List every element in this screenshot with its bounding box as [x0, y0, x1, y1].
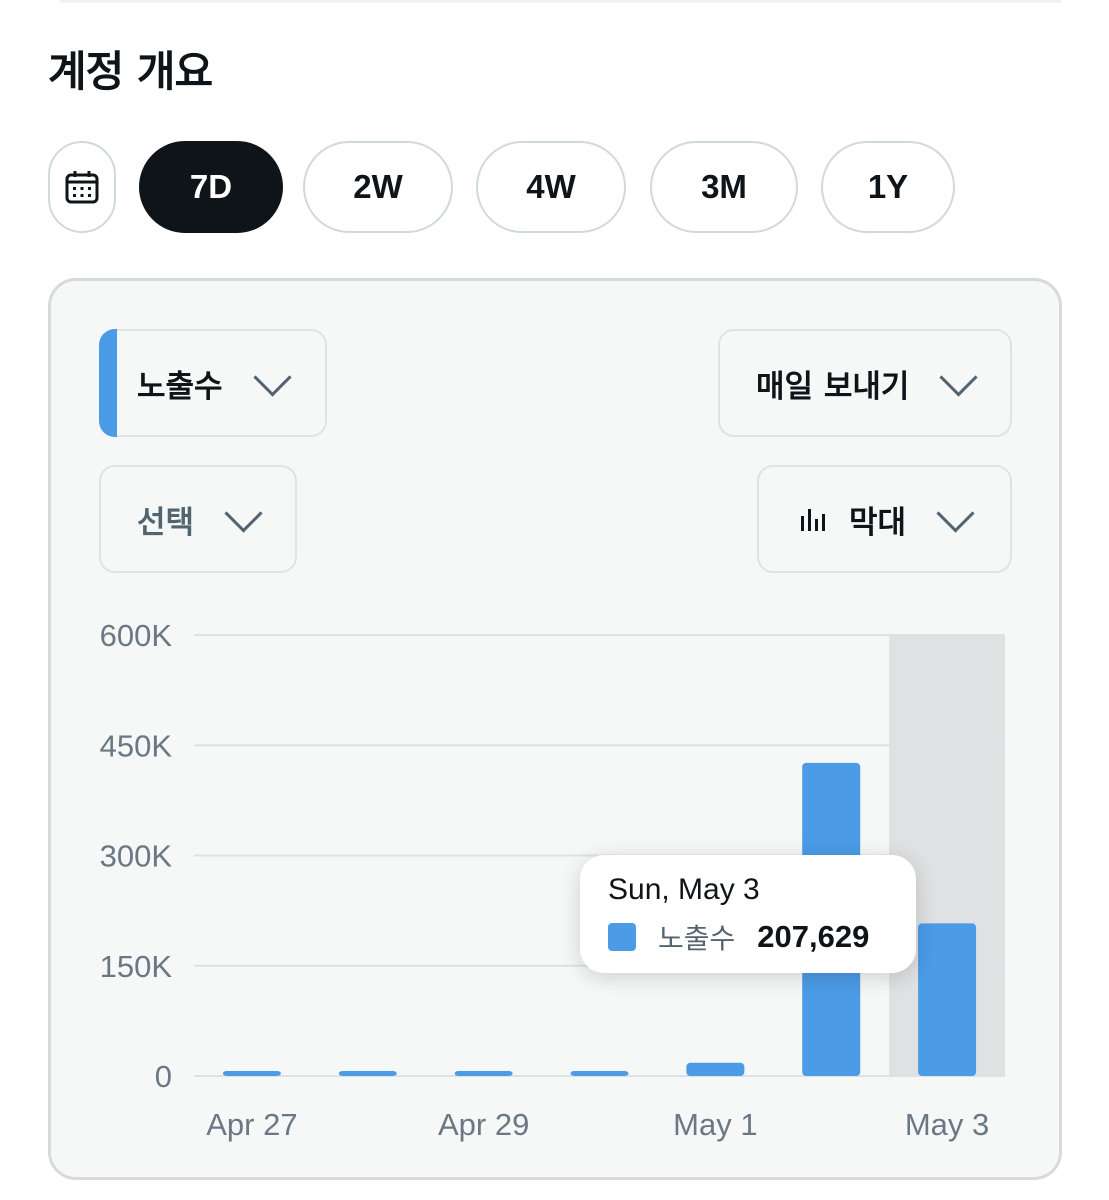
y-tick-label: 450K — [100, 728, 173, 763]
bar[interactable] — [570, 1071, 629, 1076]
y-tick-label: 600K — [100, 618, 173, 653]
x-tick-label: May 3 — [905, 1107, 989, 1142]
bar[interactable] — [338, 1071, 397, 1076]
bar[interactable] — [222, 1071, 281, 1076]
tooltip-date: Sun, May 3 — [608, 873, 760, 906]
y-tick-label: 0 — [155, 1059, 172, 1094]
bar[interactable] — [686, 1062, 745, 1076]
chart-tooltip: Sun, May 3 노출수 207,629 — [580, 855, 916, 973]
x-tick-label: Apr 27 — [206, 1107, 297, 1142]
x-tick-label: May 1 — [673, 1107, 757, 1142]
tooltip-series-name: 노출수 — [658, 922, 736, 955]
bar-chart: 0 150K 300K 450K 600K Apr 27 Apr 29 May 1 May 3 — [100, 618, 1005, 1142]
bar[interactable] — [454, 1071, 513, 1076]
x-tick-label: Apr 29 — [438, 1107, 529, 1142]
tooltip-series-swatch — [608, 923, 636, 951]
y-tick-label: 300K — [100, 839, 173, 874]
tooltip-value: 207,629 — [757, 919, 870, 954]
y-tick-label: 150K — [100, 949, 173, 984]
bar[interactable] — [918, 923, 977, 1076]
